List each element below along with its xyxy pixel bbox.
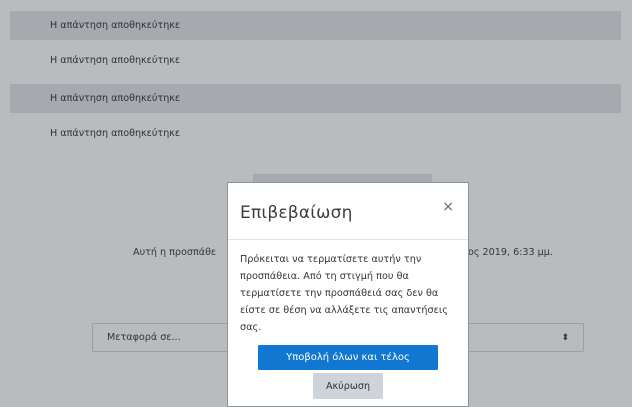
attempt-notice-right: ος 2019, 6:33 μμ. bbox=[468, 247, 553, 258]
answer-status: Η απάντηση αποθηκεύτηκε bbox=[50, 93, 181, 104]
modal-body-text: Πρόκειται να τερματίσετε αυτήν την προσπ… bbox=[240, 254, 448, 333]
jump-to-select[interactable]: Μεταφορά σε... bbox=[92, 323, 228, 352]
close-icon[interactable]: × bbox=[442, 200, 454, 214]
confirmation-modal: Επιβεβαίωση × Πρόκειται να τερματίσετε α… bbox=[227, 182, 469, 407]
cancel-button[interactable]: Ακύρωση bbox=[313, 373, 383, 399]
modal-header: Επιβεβαίωση × bbox=[228, 183, 468, 240]
answer-row-3: Η απάντηση αποθηκεύτηκε bbox=[10, 84, 621, 113]
answer-row-4: Η απάντηση αποθηκεύτηκε bbox=[10, 119, 621, 148]
answer-row-1: Η απάντηση αποθηκεύτηκε bbox=[10, 11, 621, 40]
answer-status: Η απάντηση αποθηκεύτηκε bbox=[50, 128, 181, 139]
answer-row-2: Η απάντηση αποθηκεύτηκε bbox=[10, 46, 621, 75]
answer-status: Η απάντηση αποθηκεύτηκε bbox=[50, 55, 181, 66]
dropdown-arrow-icon: ⬍ bbox=[561, 332, 569, 343]
jump-to-select-right[interactable]: ⬍ bbox=[467, 323, 584, 352]
attempt-notice-left: Αυτή η προσπάθε bbox=[133, 247, 217, 258]
answer-status: Η απάντηση αποθηκεύτηκε bbox=[50, 20, 181, 31]
jump-to-select-value: Μεταφορά σε... bbox=[107, 332, 181, 343]
submit-all-and-finish-button[interactable]: Υποβολή όλων και τέλος bbox=[258, 345, 438, 370]
modal-title: Επιβεβαίωση bbox=[240, 203, 353, 223]
